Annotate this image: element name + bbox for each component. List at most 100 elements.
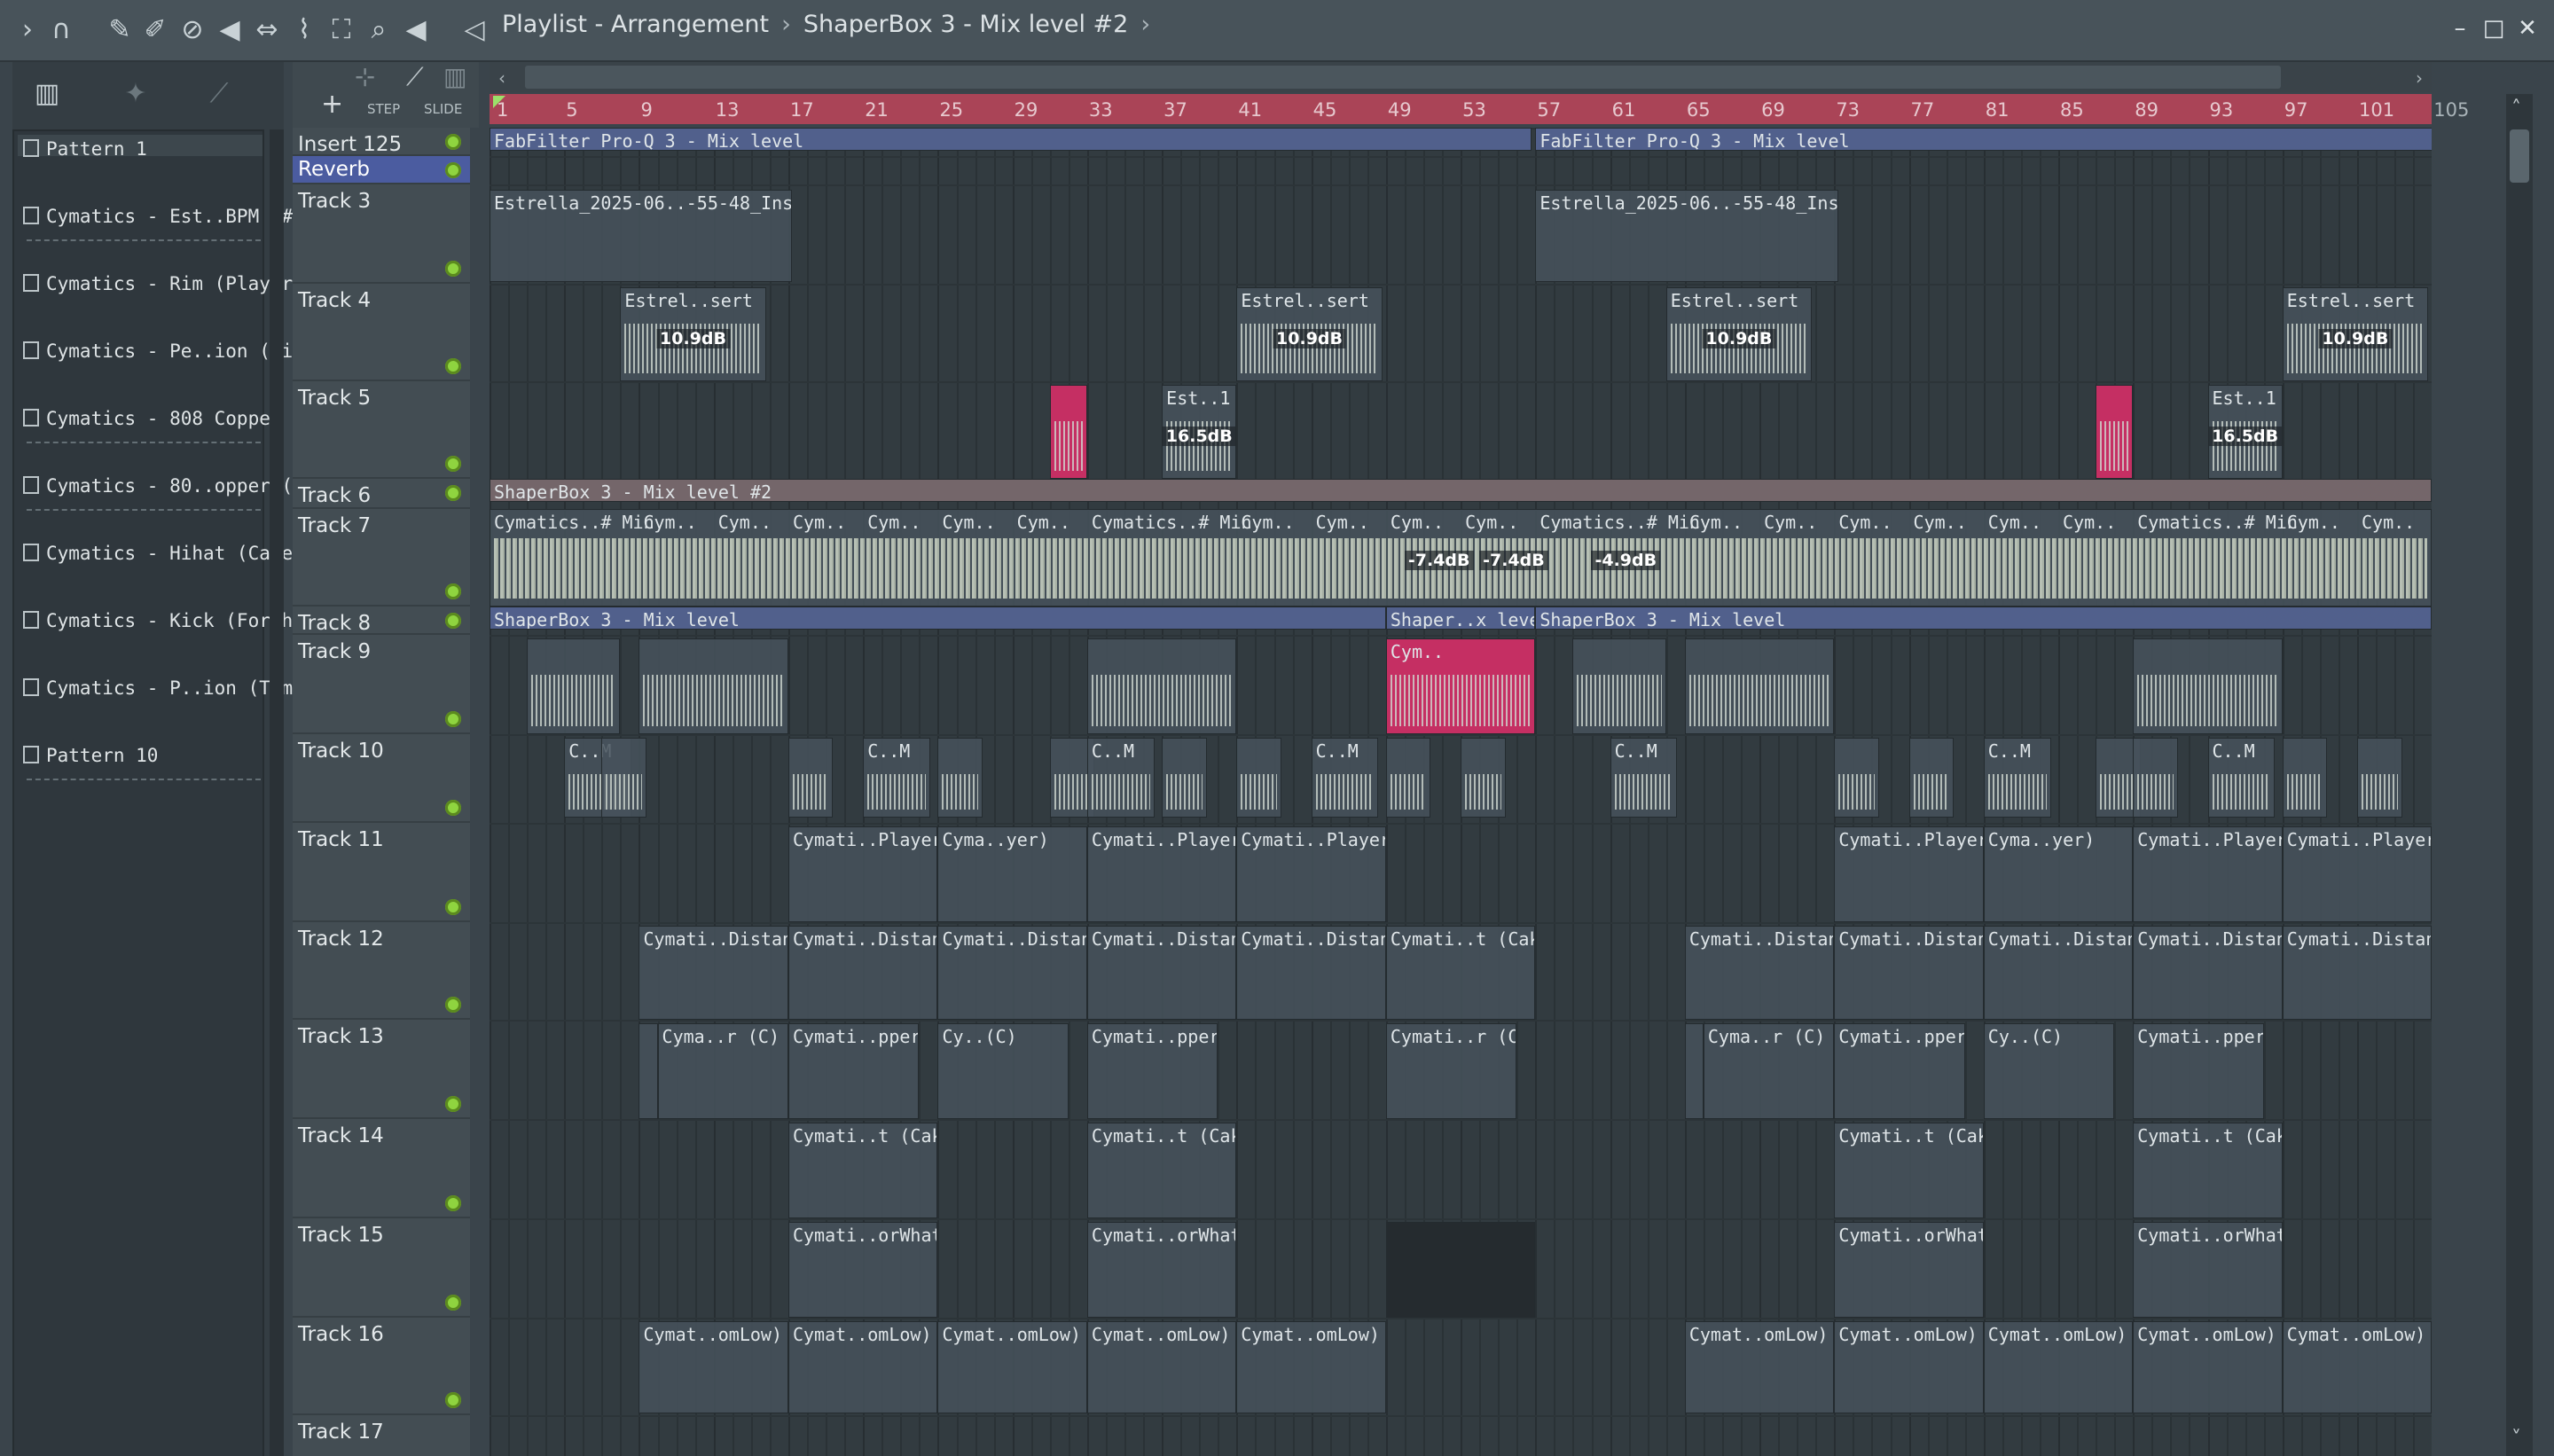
audio-clip[interactable] <box>1684 638 1835 734</box>
minimize-button[interactable]: – <box>2444 12 2476 44</box>
audio-clip[interactable]: Cym.. <box>1385 638 1536 734</box>
audio-clip[interactable]: C..M <box>2207 738 2276 818</box>
scroll-down-icon[interactable]: ˅ <box>2511 1428 2521 1450</box>
pattern-clip[interactable]: Cyma..r (C) <box>657 1023 788 1119</box>
pattern-clip[interactable]: Cymat..omLow) <box>1834 1321 1984 1413</box>
pattern-clip[interactable]: Cymati..t (Cake) <box>2133 1123 2283 1218</box>
pattern-clip[interactable]: Cymat..omLow) <box>638 1321 788 1413</box>
pattern-item[interactable]: Cymatics - P..ion (TomLow) <box>18 674 338 741</box>
breadcrumb-item[interactable]: Playlist - Arrangement <box>502 11 769 38</box>
audio-clip[interactable] <box>1086 638 1237 734</box>
audio-clip-lane[interactable]: Cymatics..# Min Cym.. Cym.. Cym.. Cym.. Cym..… <box>490 509 2432 607</box>
snap-icon[interactable]: ⊹ <box>355 62 375 91</box>
pattern-item[interactable]: Cymatics - 80..opper (C) #2 <box>18 472 349 539</box>
bar-number[interactable]: 85 <box>2060 99 2084 121</box>
vertical-scrollbar[interactable]: ˄ ˅ <box>2506 94 2533 1456</box>
bar-number[interactable]: 73 <box>1836 99 1860 121</box>
track-enable-led[interactable] <box>445 358 461 374</box>
pattern-clip[interactable]: Cymat..omLow) <box>937 1321 1087 1413</box>
pattern-clip[interactable]: Cymati..t (Cake) <box>1834 1123 1984 1218</box>
audio-clip[interactable] <box>2133 638 2283 734</box>
playback-icon[interactable]: ◀ <box>399 12 433 48</box>
track-header[interactable]: Track 17 <box>293 1415 470 1456</box>
pattern-clip[interactable]: Cymati..orWhat) <box>1086 1222 1237 1318</box>
track-header[interactable]: Track 8 <box>293 607 470 635</box>
track-header[interactable]: Track 4 <box>293 284 470 381</box>
pattern-clip[interactable]: Cymati..Player) <box>1236 826 1386 922</box>
playlist-grid[interactable]: FabFilter Pro-Q 3 - Mix level FabFilter P… <box>490 128 2432 1456</box>
audio-clip[interactable]: C..M <box>1610 738 1678 818</box>
piano-roll-icon[interactable]: ▥ <box>443 62 466 91</box>
track-header[interactable]: Track 3 <box>293 184 470 284</box>
track-header[interactable]: Track 14 <box>293 1119 470 1218</box>
scroll-up-icon[interactable]: ˄ <box>2511 98 2521 120</box>
speaker-icon[interactable]: ◁ <box>458 12 491 48</box>
overview-strip[interactable]: ‹ › <box>490 62 2432 92</box>
track-enable-led[interactable] <box>445 1392 461 1408</box>
pattern-clip[interactable]: Cymati..Distant) <box>1983 926 2134 1020</box>
automation-icon[interactable]: ⟋ <box>202 76 236 112</box>
pattern-clip[interactable]: Cymati..t (Cake) <box>1385 926 1536 1020</box>
track-header[interactable]: Track 7 <box>293 509 470 607</box>
audio-clip[interactable] <box>1461 738 1506 818</box>
audio-clip[interactable]: Estrella_2025-06..-55-48_Insert 1 <box>490 190 793 282</box>
audio-clip[interactable]: Estrella_2025-06..-55-48_Insert 1 <box>1535 190 1838 282</box>
automation-clip[interactable]: FabFilter Pro-Q 3 - Mix level <box>490 128 1532 151</box>
step-toggle[interactable]: STEP <box>367 101 400 117</box>
audio-clip[interactable] <box>2282 738 2328 818</box>
slice-icon[interactable]: ⌇ <box>287 12 321 48</box>
pattern-clip[interactable]: Cymati..Player) <box>1834 826 1984 922</box>
curve-icon[interactable]: ⟋ <box>406 62 424 92</box>
pattern-clip[interactable]: Cymati..Distant) <box>638 926 788 1020</box>
pattern-clip[interactable]: Cymati..Distant) <box>937 926 1087 1020</box>
track-enable-led[interactable] <box>445 800 461 816</box>
track-enable-led[interactable] <box>445 456 461 472</box>
bar-number[interactable]: 17 <box>790 99 814 121</box>
track-enable-led[interactable] <box>445 261 461 277</box>
pattern-clip[interactable]: Cymati..Player) <box>2282 826 2432 922</box>
pattern-clip[interactable]: Cymat..omLow) <box>1983 1321 2134 1413</box>
close-button[interactable]: ✕ <box>2511 12 2543 44</box>
bar-number[interactable]: 57 <box>1537 99 1561 121</box>
pattern-clip[interactable] <box>638 1023 658 1119</box>
bar-number[interactable]: 21 <box>865 99 889 121</box>
track-enable-led[interactable] <box>445 613 461 629</box>
track-header[interactable]: Track 12 <box>293 922 470 1020</box>
bar-number[interactable]: 49 <box>1388 99 1412 121</box>
picker-scrollbar[interactable] <box>270 129 284 1456</box>
track-enable-led[interactable] <box>445 1295 461 1311</box>
audio-clip[interactable]: C..M <box>1311 738 1379 818</box>
pattern-item[interactable]: Pattern 1 <box>18 135 262 202</box>
pattern-clip[interactable]: Cymati..pper (C) <box>1834 1023 1965 1119</box>
bar-number[interactable]: 77 <box>1911 99 1935 121</box>
pattern-clip[interactable] <box>1684 1023 1704 1119</box>
pattern-clip[interactable]: Cymati..pper (C) <box>787 1023 920 1119</box>
bar-number[interactable]: 65 <box>1687 99 1711 121</box>
pattern-clip[interactable]: Cymati..Player) <box>787 826 938 922</box>
bar-number[interactable]: 41 <box>1238 99 1262 121</box>
pattern-clip[interactable]: Cymati..Distant) <box>1834 926 1984 1020</box>
audio-clip-muted[interactable] <box>1049 385 1087 479</box>
bar-number[interactable]: 45 <box>1313 99 1337 121</box>
track-header[interactable]: Track 15 <box>293 1218 470 1318</box>
pattern-clip[interactable]: Cy..(C) <box>937 1023 1069 1119</box>
play-arrow-icon[interactable]: › <box>11 12 44 48</box>
pattern-clip[interactable]: Cymat..omLow) <box>787 1321 938 1413</box>
pattern-clip[interactable]: Cymati..r (C) #2 <box>1385 1023 1517 1119</box>
pattern-item[interactable]: Cymatics - Rim (Player) <box>18 270 304 337</box>
track-enable-led[interactable] <box>445 134 461 150</box>
audio-clip[interactable]: Estrel..sert 1 10.9dB <box>620 287 766 381</box>
track-header[interactable]: Track 10 <box>293 734 470 823</box>
automation-clip[interactable]: ShaperBox 3 - Mix level <box>490 607 1386 630</box>
bar-number[interactable]: 93 <box>2210 99 2234 121</box>
piano-icon[interactable]: ▥ <box>30 76 64 112</box>
track-header[interactable]: Track 9 <box>293 635 470 734</box>
audio-clip[interactable] <box>1908 738 1955 818</box>
pattern-clip[interactable]: Cyma..yer) <box>1983 826 2134 922</box>
bar-number[interactable]: 33 <box>1089 99 1113 121</box>
track-header[interactable]: Track 16 <box>293 1318 470 1415</box>
track-header[interactable]: Reverb <box>293 156 470 184</box>
track-enable-led[interactable] <box>445 1195 461 1211</box>
track-header[interactable]: Track 5 <box>293 381 470 479</box>
pattern-clip[interactable]: Cymati..Distant) <box>787 926 938 1020</box>
